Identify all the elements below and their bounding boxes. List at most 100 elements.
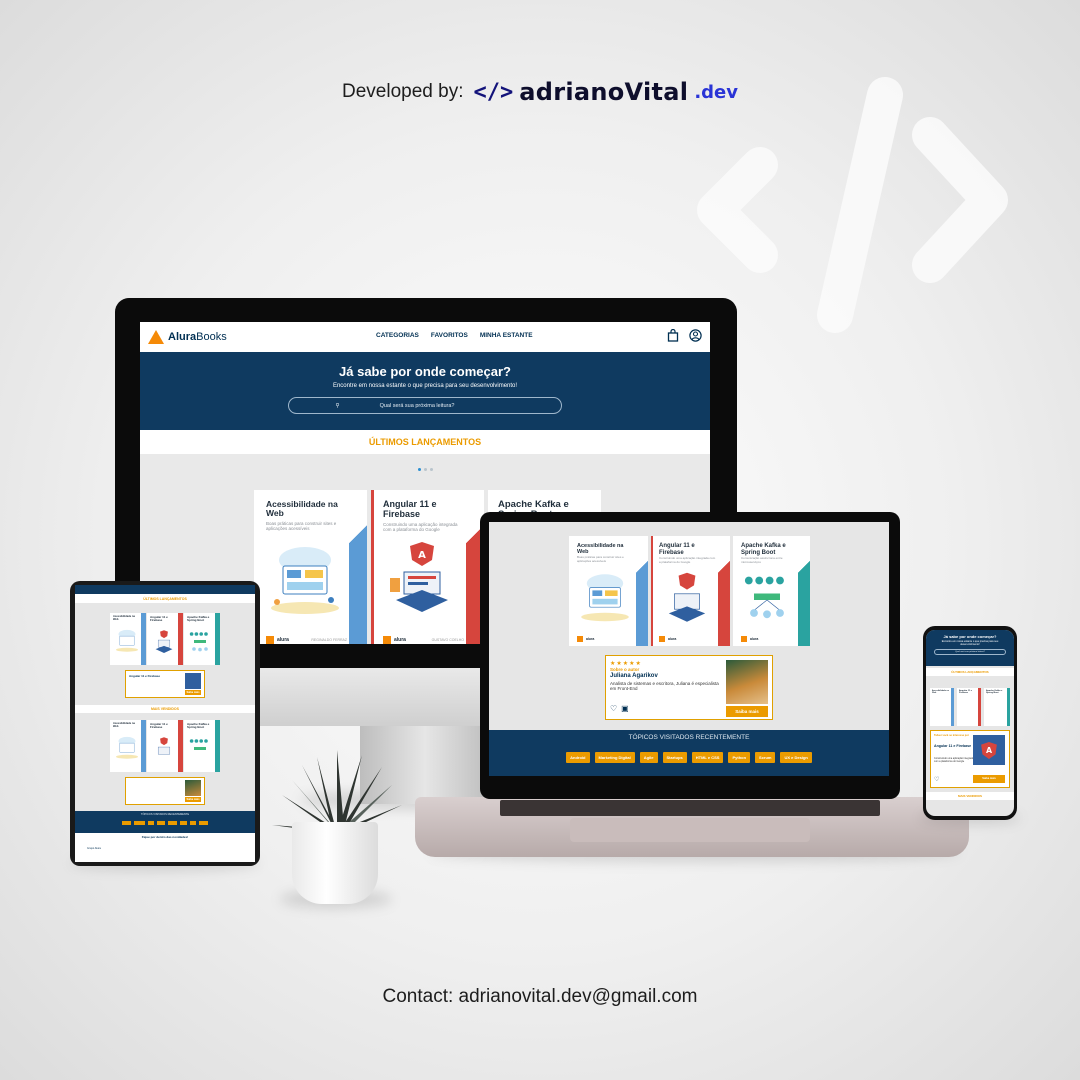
angular-cover-thumb: A [973,735,1005,765]
book-title: Acessibilidade na Web [932,690,949,695]
accessibility-illustration-icon [581,574,629,622]
developer-logo: </> adrianoVital .dev [473,78,738,106]
book-cover[interactable]: Acessibilidade na Web Boas práticas para… [254,490,367,644]
book-cover[interactable]: Apache Kafka e Spring Boot [184,720,220,772]
angular-illustration-icon: A [390,542,449,612]
kafka-illustration-icon [744,576,784,619]
tablet-featured-card: Angular 11 e Firebase Saiba mais [125,670,205,698]
book-cover[interactable]: Angular 11 e Firebase [147,720,183,772]
bag-icon[interactable]: ▣ [621,704,629,713]
topic-chip[interactable] [134,821,145,825]
saiba-mais-button[interactable]: Saiba mais [973,775,1005,783]
book-subtitle: Boas práticas para construir sites e apl… [266,520,337,532]
bag-icon[interactable] [667,329,679,342]
phone-hero-title: Já sabe por onde começar? [943,634,997,639]
topic-chip[interactable]: Python [728,752,751,763]
topic-chip[interactable]: Startups [662,752,687,763]
accessibility-illustration-icon [115,736,138,759]
favorite-heart-icon[interactable]: ♡ [934,776,939,783]
topic-chip[interactable] [168,821,177,825]
search-placeholder: Qual será sua próxima leitura? [379,402,455,409]
favorite-heart-icon[interactable]: ♡ [610,704,617,713]
angular-logo-icon: A [981,741,997,759]
alurabooks-logo[interactable]: AluraBooks [148,330,227,344]
angular-illustration-icon [155,630,173,654]
book-title: Apache Kafka e Spring Boot [187,615,210,623]
book-title: Acessibilidade na Web [266,499,338,519]
svg-text:A: A [986,746,993,755]
nav-link-minha-estante[interactable]: MINHA ESTANTE [480,332,533,339]
logo-text-bold: Alura [168,331,197,343]
phone-featured-title: Angular 11 e Firebase [934,744,972,748]
featured-title: Angular 11 e Firebase [129,674,161,678]
code-brackets-watermark-icon [697,77,1008,333]
topic-chip[interactable]: UX e Design [780,752,812,763]
publisher-alura: alura [394,637,406,643]
topic-chip[interactable]: Marketing Digital [594,752,635,763]
author-photo [185,780,201,796]
book-subtitle: Construindo uma aplicação integrada com … [383,521,458,533]
book-cover[interactable]: Angular 11 e Firebase [147,613,183,665]
casa-do-codigo-logo-icon [383,636,391,644]
topic-chip[interactable]: Android [566,752,590,763]
book-cover[interactable]: Acessibilidade na Web [930,688,954,726]
topic-chip[interactable] [180,821,187,825]
topic-chip[interactable] [157,821,165,825]
laptop-screen: ‹ › Acessibilidade na Web Boas práticas … [489,522,889,776]
book-author: GUSTAVO COELHO [431,638,464,642]
phone-section2-title: MAIS VENDIDOS [926,792,1014,800]
topic-chip[interactable]: HTML e CSS [691,752,724,763]
saiba-mais-button[interactable]: Saiba mais [726,706,768,717]
author-description: Analista de sistemas e escritora, Julian… [610,681,719,691]
footer-label: Grupo Alura [87,847,101,850]
saiba-mais-button[interactable]: Saiba mais [185,797,201,802]
casa-do-codigo-logo-icon [741,636,747,642]
topic-chip[interactable]: Agile [639,752,658,763]
saiba-mais-button[interactable]: Saiba mais [185,690,201,695]
carousel-dot[interactable] [417,468,421,471]
accessibility-illustration-icon [271,547,340,614]
book-cover[interactable]: Angular 11 e Firebase Construindo uma ap… [371,490,484,644]
carousel-dots [140,468,710,471]
book-author: REGINALDO FERRAZ [311,638,347,642]
topic-chip[interactable] [148,821,154,825]
navbar: AluraBooks CATEGORIAS FAVORITOS MINHA ES… [140,322,710,352]
book-cover[interactable]: Acessibilidade na Web [110,720,146,772]
kafka-illustration-icon [189,739,208,750]
topic-chip[interactable] [199,821,208,825]
nav-link-favoritos[interactable]: FAVORITOS [431,332,468,339]
tablet-screen: ÚLTIMOS LANÇAMENTOS Acessibilidade na We… [75,585,255,862]
book-cover[interactable]: Acessibilidade na Web [110,613,146,665]
laptop-keyboard [500,800,880,816]
carousel-dot[interactable] [423,468,427,471]
book-cover[interactable]: Apache Kafka e Spring Boot Comunicação a… [733,536,810,646]
author-card: ★★★★★ Sobre o autor Juliana Agarikov Ana… [605,655,773,720]
carousel-dot[interactable] [429,468,433,471]
book-cover[interactable]: Apache Kafka e Spring Boot [984,688,1010,726]
nav-link-categorias[interactable]: CATEGORIAS [376,332,419,339]
topic-chip[interactable] [122,821,131,825]
search-input[interactable]: ⚲ Qual será sua próxima leitura? [288,397,562,414]
book-cover[interactable]: Apache Kafka e Spring Boot [184,613,220,665]
tablet-topics-section: TÓPICOS VISITADOS RECENTEMENTE [75,811,255,833]
author-label: Sobre o autor [610,667,640,672]
developer-name: adrianoVital [519,78,689,106]
developer-credit: Developed by: </> adrianoVital .dev [0,78,1080,106]
topics-title: TÓPICOS VISITADOS RECENTEMENTE [628,734,750,741]
phone-featured-card: Talvez você se interesse por Angular 11 … [930,730,1010,788]
book-cover[interactable]: Angular 11 e Firebase Construindo uma ap… [651,536,730,646]
book-title: Angular 11 e Firebase [383,499,437,519]
contact-email: Contact: adrianovital.dev@gmail.com [382,986,698,1007]
author-photo [726,660,768,704]
user-icon[interactable] [689,329,702,342]
newsletter-title: Fique por dentro das novidades! [141,835,189,839]
book-title: Acessibilidade na Web [113,615,135,621]
topic-chip[interactable] [190,821,196,825]
author-name: Juliana Agarikov [610,673,658,679]
topic-chip[interactable]: Scrum [755,752,776,763]
book-cover[interactable]: Angular 11 e Firebase [957,688,981,726]
book-cover[interactable]: Acessibilidade na Web Boas práticas para… [569,536,648,646]
book-title: Angular 11 e Firebase [150,722,168,730]
phone-search-input[interactable]: Qual será sua próxima leitura? [934,649,1006,655]
topic-chips: Android Marketing Digital Agile Startups… [489,752,889,763]
